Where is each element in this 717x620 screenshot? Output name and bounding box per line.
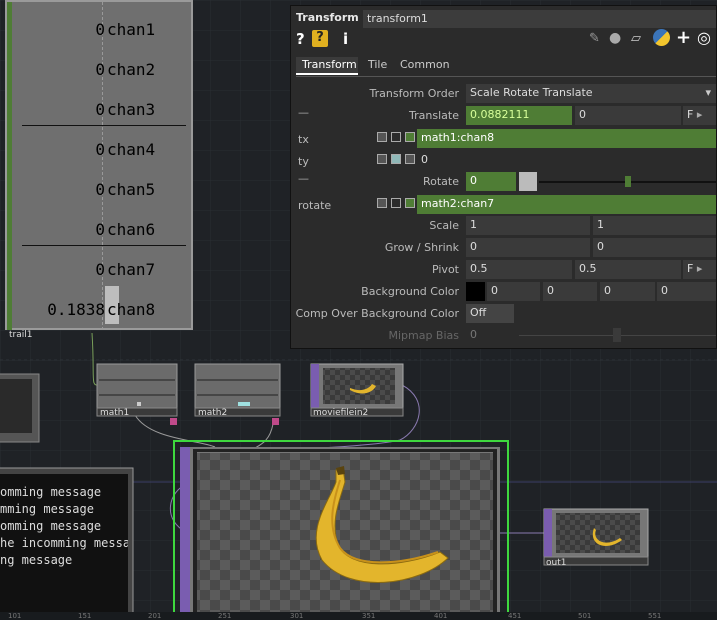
- scale-label: Scale: [429, 219, 459, 232]
- pivot-label: Pivot: [431, 263, 459, 276]
- mode-icon[interactable]: [391, 132, 401, 142]
- channel-row: 0 chan1: [95, 20, 156, 39]
- scale-y-field[interactable]: 1: [593, 216, 716, 235]
- mipmap-bias-field[interactable]: 0: [466, 326, 516, 345]
- mode-icon[interactable]: [391, 198, 401, 208]
- rotate-sub-label: rotate: [298, 199, 332, 212]
- bg-g-field[interactable]: 0: [543, 282, 597, 301]
- mipmap-slider-handle[interactable]: [613, 328, 621, 342]
- pivot-x-field[interactable]: 0.5: [466, 260, 572, 279]
- grow-shrink-label: Grow / Shrink: [384, 241, 459, 254]
- pivot-y-field[interactable]: 0.5: [575, 260, 681, 279]
- tab-common[interactable]: Common: [400, 58, 450, 71]
- mode-icon[interactable]: [377, 198, 387, 208]
- message-list: omming message mming message omming mess…: [0, 484, 128, 569]
- message-line: ng message: [0, 553, 73, 567]
- mode-icon[interactable]: [405, 154, 415, 164]
- tab-tile[interactable]: Tile: [368, 58, 387, 71]
- channel-row: 0 chan6: [95, 220, 156, 239]
- bg-a-field[interactable]: 0: [657, 282, 716, 301]
- message-line: omming message: [0, 519, 102, 533]
- math2-label: math2: [198, 408, 228, 418]
- ty-label: ty: [298, 155, 309, 168]
- comp-over-label: Comp Over Background Color: [295, 307, 459, 320]
- clipboard-icon[interactable]: ▱: [631, 31, 641, 46]
- message-line: mming message: [0, 502, 94, 516]
- out1-label: out1: [546, 558, 567, 568]
- chevron-down-icon: ▾: [705, 86, 711, 99]
- transform-order-menu[interactable]: Scale Rotate Translate ▾: [466, 84, 716, 103]
- plus-icon[interactable]: +: [676, 27, 691, 48]
- python-icon[interactable]: [653, 29, 670, 46]
- moviefilein2-label: moviefilein2: [313, 408, 369, 418]
- color-swatch[interactable]: [466, 282, 485, 301]
- info-icon[interactable]: i: [343, 30, 348, 48]
- timeline-ruler[interactable]: 101 151 201 251 301 351 401 451 501 551: [0, 612, 717, 620]
- mipmap-bias-label: Mipmap Bias: [388, 329, 459, 342]
- mode-icon[interactable]: [377, 154, 387, 164]
- rotate-slider-tick: [625, 176, 631, 187]
- math1-label: math1: [100, 408, 130, 418]
- bg-r-field[interactable]: 0: [487, 282, 540, 301]
- bg-b-field[interactable]: 0: [600, 282, 655, 301]
- f-button[interactable]: F ▸: [683, 106, 716, 125]
- translate-y-field[interactable]: 0: [575, 106, 681, 125]
- ty-value-field[interactable]: 0: [417, 151, 716, 170]
- mode-icon[interactable]: [391, 154, 401, 164]
- tx-expression-field[interactable]: math1:chan8: [417, 129, 716, 148]
- tx-label: tx: [298, 133, 309, 146]
- transform-order-label: Transform Order: [369, 87, 459, 100]
- op-type-label: Transform: [296, 11, 359, 24]
- message-line: he incomming messa: [0, 536, 128, 550]
- background-color-label: Background Color: [361, 285, 459, 298]
- help-icon[interactable]: ?: [296, 30, 305, 48]
- channel-row: 0 chan5: [95, 180, 156, 199]
- trail-node-label: trail1: [9, 330, 33, 340]
- channel-row: 0 chan4: [95, 140, 156, 159]
- slider-handle[interactable]: [519, 172, 537, 191]
- scale-x-field[interactable]: 1: [466, 216, 590, 235]
- message-line: omming message: [0, 485, 102, 499]
- channel-row: 0 chan7: [95, 260, 156, 279]
- grow-y-field[interactable]: 0: [593, 238, 716, 257]
- mode-icon[interactable]: [377, 132, 387, 142]
- translate-label: Translate: [409, 109, 459, 122]
- rotate-field[interactable]: 0: [466, 172, 516, 191]
- help-python-icon[interactable]: ?: [312, 30, 328, 47]
- rotate-expression-field[interactable]: math2:chan7: [417, 195, 716, 214]
- pencil-icon[interactable]: ✎: [589, 31, 600, 46]
- tab-divider: [296, 76, 716, 77]
- translate-x-field[interactable]: 0.0882111: [466, 106, 572, 125]
- f-button[interactable]: F ▸: [683, 260, 716, 279]
- mode-icon[interactable]: [405, 198, 415, 208]
- trail-viewer[interactable]: 0 chan1 0 chan2 0 chan3 0 chan4 0 chan5 0 chan…: [5, 0, 193, 330]
- comment-icon[interactable]: ●: [609, 30, 621, 46]
- channel-row: 0 chan2: [95, 60, 156, 79]
- tab-transform[interactable]: Transform: [302, 58, 357, 71]
- mode-icon[interactable]: [405, 132, 415, 142]
- grow-x-field[interactable]: 0: [466, 238, 590, 257]
- channel-row: 0.1838 chan8: [47, 300, 156, 319]
- channel-row: 0 chan3: [95, 100, 156, 119]
- parameter-panel[interactable]: Transform transform1 ? ? i ✎ ● ▱ + ◎ Tra…: [290, 5, 717, 349]
- rotate-label: Rotate: [422, 175, 459, 188]
- target-icon[interactable]: ◎: [697, 28, 711, 47]
- comp-over-toggle[interactable]: Off: [466, 304, 514, 323]
- op-name-field[interactable]: transform1: [363, 10, 716, 28]
